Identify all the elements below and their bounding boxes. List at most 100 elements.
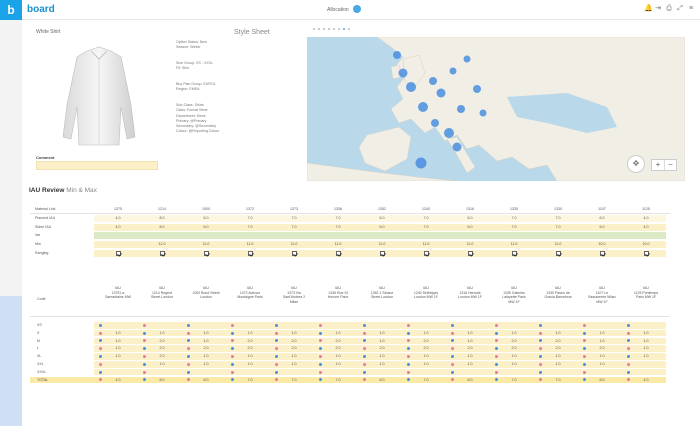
table-cell[interactable]: 4.0 xyxy=(624,215,668,221)
size-cell[interactable]: 1.0 xyxy=(104,353,132,359)
size-cell[interactable]: 1.0 xyxy=(192,353,220,359)
table-cell[interactable]: 6.0 xyxy=(360,215,404,221)
table-cell[interactable]: 8.0 xyxy=(140,224,184,230)
size-cell[interactable]: 1.0 xyxy=(544,353,572,359)
size-cell[interactable]: 1.0 xyxy=(588,361,616,367)
ranging-checkbox[interactable] xyxy=(335,251,341,256)
menu-icon[interactable]: ≡ xyxy=(688,5,694,13)
size-cell[interactable]: 2.0 xyxy=(280,338,308,344)
size-cell[interactable]: 1.0 xyxy=(368,330,396,336)
table-cell[interactable]: 7.0 xyxy=(228,215,272,221)
size-cell[interactable]: 2.0 xyxy=(500,345,528,351)
size-cell[interactable]: 1.0 xyxy=(368,353,396,359)
size-cell[interactable]: 2.0 xyxy=(412,345,440,351)
table-cell[interactable]: 10.0 xyxy=(624,241,668,247)
table-cell[interactable]: 6.0 xyxy=(360,224,404,230)
bell-icon[interactable]: 🔔 xyxy=(644,5,653,13)
table-cell[interactable]: 7.0 xyxy=(536,224,580,230)
size-cell[interactable]: 1.0 xyxy=(104,345,132,351)
table-cell[interactable]: 10.0 xyxy=(580,241,624,247)
size-cell[interactable]: 2.0 xyxy=(368,345,396,351)
ranging-checkbox[interactable] xyxy=(291,251,297,256)
size-cell[interactable]: 2.0 xyxy=(236,338,264,344)
table-cell[interactable]: 6.0 xyxy=(580,224,624,230)
ranging-checkbox[interactable] xyxy=(159,251,165,256)
ranging-checkbox[interactable] xyxy=(467,251,473,256)
table-cell[interactable]: 11.0 xyxy=(404,241,448,247)
table-cell[interactable]: 7.0 xyxy=(536,215,580,221)
table-cell[interactable]: 7.0 xyxy=(272,215,316,221)
board-logo-icon[interactable]: b xyxy=(0,0,22,20)
size-cell[interactable]: 1.0 xyxy=(632,330,660,336)
size-cell[interactable]: 2.0 xyxy=(324,345,352,351)
size-cell[interactable]: 1.0 xyxy=(588,353,616,359)
table-cell[interactable]: 11.0 xyxy=(448,241,492,247)
size-cell[interactable]: 2.0 xyxy=(588,345,616,351)
ranging-checkbox[interactable] xyxy=(555,251,561,256)
size-cell[interactable]: 1.0 xyxy=(544,330,572,336)
ranging-checkbox[interactable] xyxy=(423,251,429,256)
table-cell[interactable]: 11.0 xyxy=(272,241,316,247)
size-cell[interactable]: 2.0 xyxy=(500,338,528,344)
size-cell[interactable]: 1.0 xyxy=(104,338,132,344)
size-cell[interactable]: 2.0 xyxy=(148,338,176,344)
size-cell[interactable]: 2.0 xyxy=(544,345,572,351)
size-cell[interactable]: 1.0 xyxy=(192,330,220,336)
size-cell[interactable]: 1.0 xyxy=(324,353,352,359)
ranging-checkbox[interactable] xyxy=(115,251,121,256)
size-cell[interactable]: 2.0 xyxy=(192,345,220,351)
size-cell[interactable]: 1.0 xyxy=(456,361,484,367)
print-icon[interactable]: ⎙ xyxy=(666,5,672,13)
ranging-checkbox[interactable] xyxy=(247,251,253,256)
export-icon[interactable]: ⇥ xyxy=(655,5,661,13)
ranging-checkbox[interactable] xyxy=(599,251,605,256)
brand-name[interactable]: board xyxy=(27,4,55,15)
table-cell[interactable]: 4.0 xyxy=(96,215,140,221)
size-cell[interactable]: 1.0 xyxy=(280,361,308,367)
table-cell[interactable]: 7.0 xyxy=(404,215,448,221)
size-cell[interactable]: 1.0 xyxy=(632,338,660,344)
size-cell[interactable]: 1.0 xyxy=(500,361,528,367)
size-cell[interactable]: 1.0 xyxy=(632,353,660,359)
table-cell[interactable]: 11.0 xyxy=(316,241,360,247)
size-cell[interactable]: 1.0 xyxy=(368,338,396,344)
breadcrumb[interactable]: Allocation xyxy=(327,7,349,13)
table-cell[interactable]: 11.0 xyxy=(536,241,580,247)
size-cell[interactable]: 1.0 xyxy=(456,353,484,359)
comment-input[interactable] xyxy=(36,161,158,170)
size-cell[interactable]: 1.0 xyxy=(192,338,220,344)
size-cell[interactable]: 1.0 xyxy=(148,330,176,336)
table-cell[interactable]: 6.0 xyxy=(184,224,228,230)
table-cell[interactable]: 7.0 xyxy=(492,215,536,221)
size-cell[interactable]: 1.0 xyxy=(236,361,264,367)
table-cell[interactable]: 4.0 xyxy=(624,224,668,230)
carousel-dots[interactable] xyxy=(313,28,350,30)
expand-icon[interactable]: ⤢ xyxy=(677,5,683,13)
size-cell[interactable]: 1.0 xyxy=(456,338,484,344)
size-cell[interactable]: 1.0 xyxy=(324,361,352,367)
size-cell[interactable]: 1.0 xyxy=(148,361,176,367)
table-cell[interactable]: 8.0 xyxy=(140,215,184,221)
table-cell[interactable]: 11.0 xyxy=(184,241,228,247)
size-cell[interactable]: 1.0 xyxy=(280,330,308,336)
size-cell[interactable]: 2.0 xyxy=(148,345,176,351)
size-cell[interactable]: 1.0 xyxy=(280,353,308,359)
size-cell[interactable]: 1.0 xyxy=(500,353,528,359)
size-cell[interactable]: 1.0 xyxy=(236,330,264,336)
table-cell[interactable]: 7.0 xyxy=(272,224,316,230)
map-zoom-out-button[interactable]: − xyxy=(663,160,676,170)
table-cell[interactable]: 12.0 xyxy=(140,241,184,247)
map-nav-control-icon[interactable]: ✥ xyxy=(627,155,645,173)
size-cell[interactable]: 2.0 xyxy=(236,345,264,351)
ranging-checkbox[interactable] xyxy=(379,251,385,256)
size-cell[interactable]: 1.0 xyxy=(368,361,396,367)
ranging-checkbox[interactable] xyxy=(511,251,517,256)
size-cell[interactable]: 2.0 xyxy=(544,338,572,344)
table-cell[interactable]: 11.0 xyxy=(228,241,272,247)
size-cell[interactable]: 1.0 xyxy=(412,361,440,367)
table-cell[interactable]: 7.0 xyxy=(404,224,448,230)
table-cell[interactable]: 11.0 xyxy=(492,241,536,247)
map-zoom-in-button[interactable]: + xyxy=(652,160,664,170)
size-cell[interactable]: 1.0 xyxy=(236,353,264,359)
table-cell[interactable]: 6.0 xyxy=(448,224,492,230)
